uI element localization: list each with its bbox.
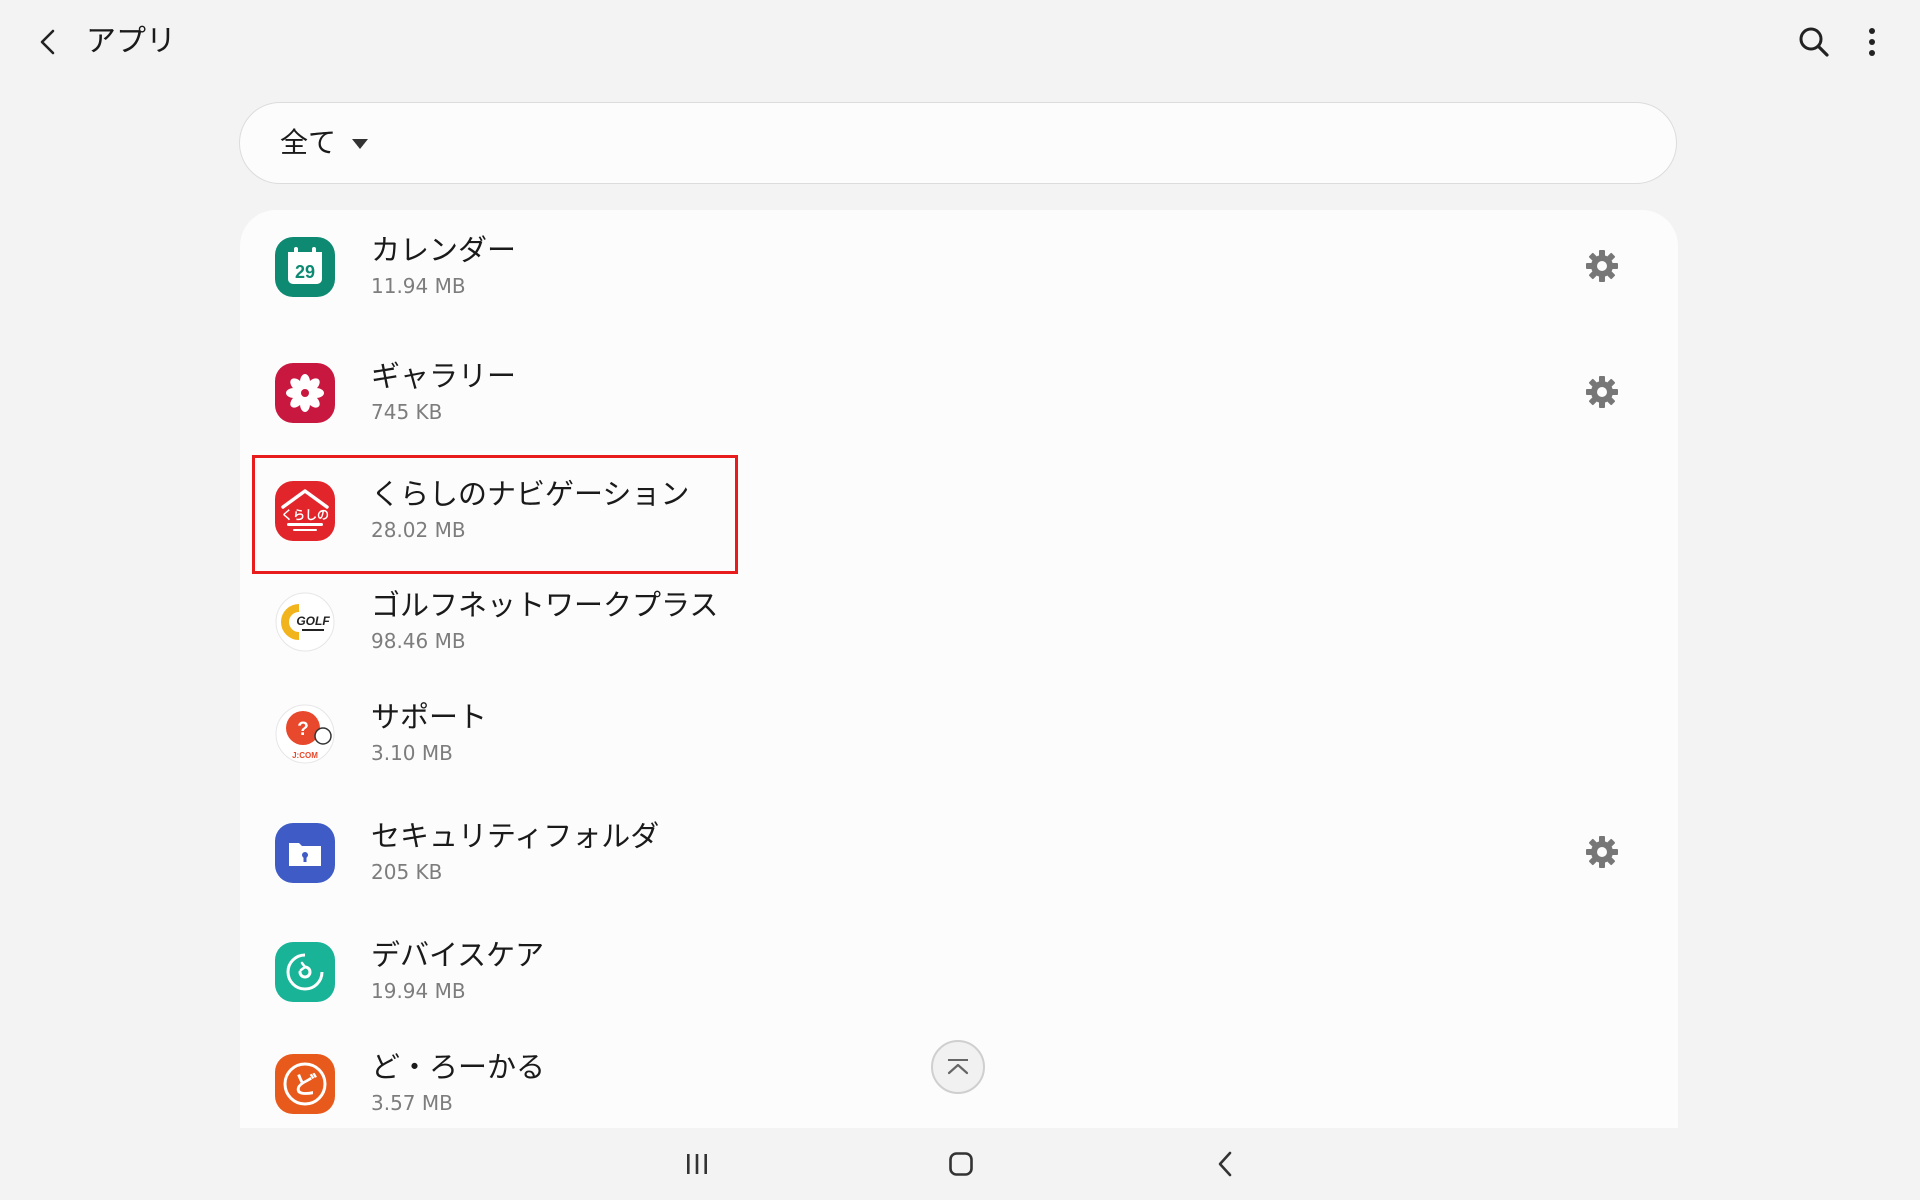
app-name: カレンダー (371, 233, 517, 267)
svg-text:29: 29 (295, 262, 315, 282)
app-list-item[interactable]: ? J:COM サポート 3.10 MB (240, 679, 1678, 791)
nav-back-button[interactable] (1195, 1140, 1255, 1188)
search-button[interactable] (1792, 20, 1836, 64)
app-size: 19.94 MB (371, 979, 466, 1003)
secure-folder-icon (275, 823, 335, 883)
svg-text:ど: ど (293, 1071, 317, 1099)
svg-text:J:COM: J:COM (292, 751, 318, 760)
scroll-to-top-button[interactable] (931, 1040, 985, 1094)
gear-icon (1586, 376, 1618, 408)
app-settings-button[interactable] (1580, 830, 1624, 874)
app-name: ゴルフネットワークプラス (371, 588, 719, 622)
app-list-item[interactable]: デバイスケア 19.94 MB (240, 917, 1678, 1029)
do-local-icon: ど (275, 1054, 335, 1114)
recents-button[interactable] (667, 1140, 727, 1188)
app-list-item[interactable]: GOLF ゴルフネットワークプラス 98.46 MB (240, 567, 1678, 679)
gear-icon (1586, 250, 1618, 282)
top-app-bar: アプリ (0, 0, 1920, 84)
app-size: 205 KB (371, 860, 443, 884)
recents-icon (687, 1154, 707, 1174)
chevron-left-icon (40, 29, 55, 55)
golf-network-icon: GOLF (275, 592, 335, 652)
more-options-button[interactable] (1852, 20, 1892, 64)
highlight-box (252, 455, 738, 574)
search-icon (1799, 27, 1829, 57)
app-name: ど・ろーかる (371, 1050, 546, 1084)
device-care-icon (275, 942, 335, 1002)
app-name: セキュリティフォルダ (371, 819, 660, 853)
app-name: デバイスケア (371, 938, 545, 972)
app-size: 3.57 MB (371, 1091, 453, 1115)
app-list-item[interactable]: ギャラリー 745 KB (240, 338, 1678, 450)
app-name: サポート (371, 700, 488, 734)
chevron-up-icon (947, 1059, 969, 1075)
home-button[interactable] (931, 1140, 991, 1188)
dropdown-arrow-icon (352, 139, 368, 149)
filter-dropdown[interactable]: 全て (239, 102, 1677, 184)
back-arrow-icon (1218, 1151, 1232, 1177)
app-settings-button[interactable] (1580, 244, 1624, 288)
app-list-item[interactable]: 29 カレンダー 11.94 MB (240, 212, 1678, 324)
back-button[interactable] (28, 22, 68, 62)
support-icon: ? J:COM (275, 704, 335, 764)
calendar-icon: 29 (275, 237, 335, 297)
gallery-icon (275, 363, 335, 423)
more-vertical-icon (1869, 28, 1875, 56)
home-icon (949, 1152, 973, 1176)
app-list-item[interactable]: セキュリティフォルダ 205 KB (240, 798, 1678, 910)
navigation-bar (0, 1128, 1920, 1200)
page-title: アプリ (86, 24, 176, 59)
app-size: 745 KB (371, 400, 443, 424)
svg-text:?: ? (297, 719, 309, 740)
app-settings-button[interactable] (1580, 370, 1624, 414)
filter-label: 全て (280, 126, 337, 159)
app-list: 29 カレンダー 11.94 MB ギャラリー 745 KB くらしの くらしの… (240, 210, 1678, 1130)
app-name: ギャラリー (371, 359, 517, 393)
app-size: 11.94 MB (371, 274, 466, 298)
app-size: 3.10 MB (371, 741, 453, 765)
svg-text:GOLF: GOLF (296, 614, 330, 628)
app-size: 98.46 MB (371, 629, 466, 653)
gear-icon (1586, 836, 1618, 868)
